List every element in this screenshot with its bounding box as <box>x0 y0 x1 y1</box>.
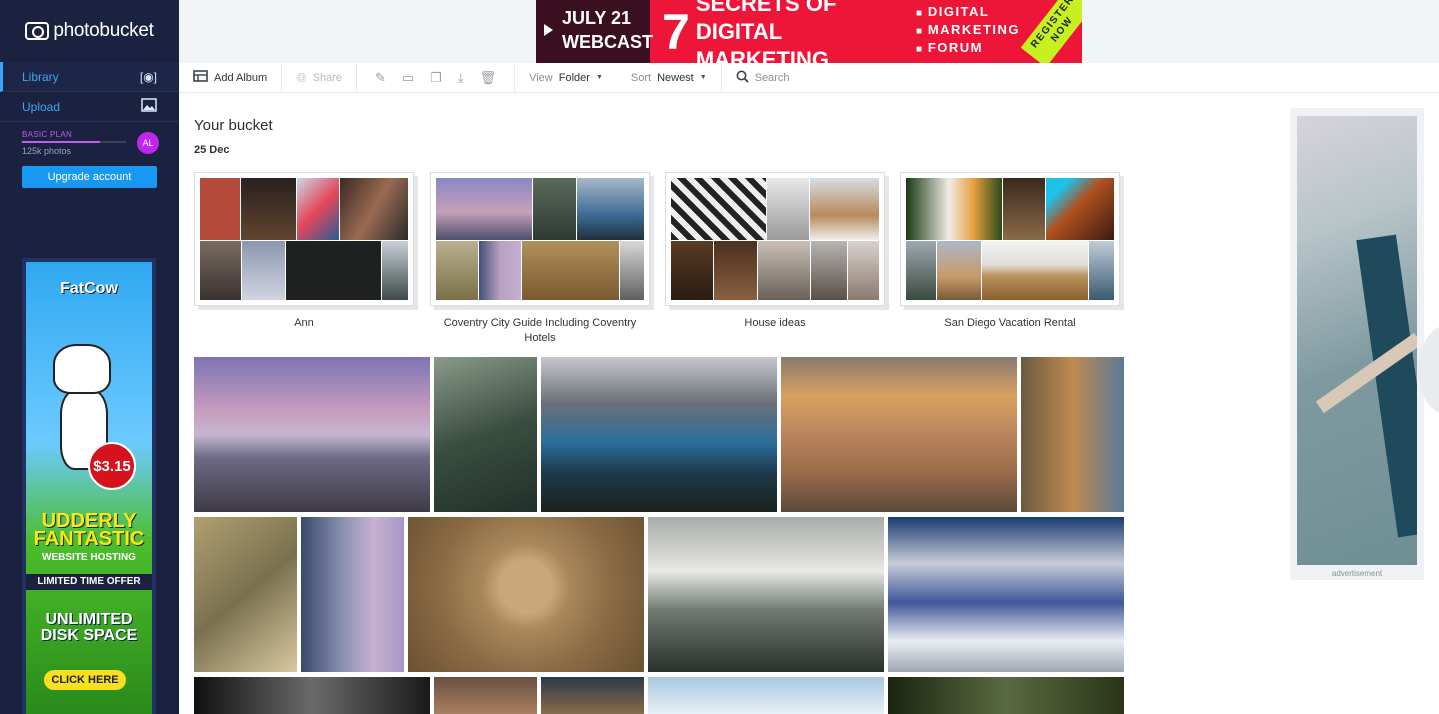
edit-actions: ✎ ▭ ❐ ⤓ 🗑︎ <box>357 63 516 92</box>
photo-thumbnail[interactable] <box>194 517 297 672</box>
library-icon: [◉] <box>139 69 157 84</box>
photo-thumbnail[interactable] <box>434 357 537 512</box>
album-card[interactable]: San Diego Vacation Rental <box>900 172 1124 331</box>
image-upload-icon <box>141 98 157 115</box>
banner-title-line1: SECRETS OF DIGITAL <box>695 0 837 44</box>
share-button[interactable]: 🌐︎ Share <box>282 63 357 92</box>
album-card[interactable]: House ideas <box>665 172 889 331</box>
banner-title-line2: MARKETING <box>695 46 830 64</box>
album-thumbnails <box>671 178 879 300</box>
ad-offer: LIMITED TIME OFFER <box>26 574 152 590</box>
photo-thumbnail[interactable] <box>888 517 1124 672</box>
ad-click-here-button[interactable]: CLICK HERE <box>44 670 126 690</box>
photo-thumbnail[interactable] <box>888 677 1124 714</box>
album-name: Coventry City Guide Including Coventry H… <box>443 317 637 344</box>
plan-usage-bar <box>22 141 126 143</box>
view-label: View <box>529 71 553 84</box>
sidebar-item-library[interactable]: Library [◉] <box>0 62 179 92</box>
add-album-button[interactable]: Add Album <box>179 63 283 92</box>
plan-panel: BASIC PLAN 125k photos AL <box>0 122 179 158</box>
album-card[interactable]: Ann <box>194 172 418 331</box>
plan-count: 125k photos <box>22 146 72 156</box>
search-icon <box>736 70 749 86</box>
photobucket-logo[interactable]: photobucket <box>0 0 179 62</box>
banner-forum: DIGITAL MARKETING FORUM REGISTER NOW <box>902 0 1082 63</box>
delete-icon[interactable]: 🗑︎ <box>480 70 497 86</box>
photo-thumbnail[interactable] <box>648 517 884 672</box>
photo-thumbnail[interactable] <box>434 677 537 714</box>
advertisement-label: advertisement <box>1331 569 1383 578</box>
ad-unlimited-2: DISK SPACE <box>40 627 138 644</box>
side-advertisement[interactable]: advertisement <box>1290 108 1424 580</box>
add-album-label: Add Album <box>214 71 268 84</box>
album-name: San Diego Vacation Rental <box>944 317 1076 329</box>
photo-thumbnail[interactable] <box>781 357 1017 512</box>
move-to-folder-icon[interactable]: ▭ <box>402 70 414 86</box>
photo-thumbnail[interactable] <box>194 357 430 512</box>
photo-thumbnail[interactable] <box>194 677 430 714</box>
photo-thumbnail[interactable] <box>408 517 644 672</box>
advertisement-image <box>1297 116 1417 565</box>
photo-thumbnail[interactable] <box>648 677 884 714</box>
album-name: Ann <box>294 317 314 329</box>
section-date: 25 Dec <box>194 144 230 156</box>
globe-icon: 🌐︎ <box>296 69 307 85</box>
banner-date: JULY 21 WEBCAST <box>536 0 653 63</box>
photo-thumbnail[interactable] <box>301 517 404 672</box>
sort-dropdown[interactable]: Sort Newest ▼ <box>617 63 722 92</box>
ad-headline-3: WEBSITE HOSTING <box>42 552 136 563</box>
webcast-banner-ad[interactable]: JULY 21 WEBCAST 7 SECRETS OF DIGITAL MAR… <box>536 0 1082 63</box>
plan-name: BASIC PLAN <box>22 130 73 139</box>
ad-unlimited-1: UNLIMITED <box>45 611 133 628</box>
toolbar: Add Album 🌐︎ Share ✎ ▭ ❐ ⤓ 🗑︎ View Folde… <box>179 63 1439 93</box>
chevron-down-icon: ▼ <box>595 74 603 81</box>
banner-date-line1: JULY 21 <box>562 8 632 28</box>
sidebar-item-upload[interactable]: Upload <box>0 92 179 122</box>
avatar[interactable]: AL <box>137 132 159 154</box>
album-thumbnails <box>906 178 1114 300</box>
search-box[interactable]: Search <box>722 63 804 92</box>
banner-number: 7 <box>662 3 690 60</box>
ad-unlimited: UNLIMITED DISK SPACE <box>26 612 152 644</box>
sort-value: Newest <box>657 71 694 84</box>
page-title: Your bucket <box>194 117 273 134</box>
camera-icon <box>25 22 50 40</box>
edit-icon[interactable]: ✎ <box>375 70 386 86</box>
sort-label: Sort <box>630 71 652 84</box>
brand-name: photobucket <box>53 20 154 41</box>
download-icon[interactable]: ⤓ <box>458 70 464 86</box>
ad-headline-2: FANTASTIC <box>33 528 145 550</box>
copy-icon[interactable]: ❐ <box>430 70 442 86</box>
photo-thumbnail[interactable] <box>541 677 644 714</box>
ad-headline: UDDERLY FANTASTIC <box>26 511 152 550</box>
album-thumbnails <box>436 178 644 300</box>
search-input[interactable]: Search <box>755 72 790 84</box>
album-thumbnails <box>200 178 408 300</box>
fatcow-ad[interactable]: FatCow $3.15 UDDERLY FANTASTIC WEBSITE H… <box>22 258 156 714</box>
plan-usage-fill <box>22 141 100 143</box>
sidebar: photobucket Library [◉] Upload BASIC PLA… <box>0 0 179 714</box>
add-album-icon <box>193 70 208 85</box>
chevron-down-icon: ▼ <box>699 74 707 81</box>
upgrade-account-button[interactable]: Upgrade account <box>22 166 157 188</box>
view-dropdown[interactable]: View Folder ▼ <box>515 63 617 92</box>
photo-thumbnail[interactable] <box>1021 357 1124 512</box>
play-icon <box>544 24 553 36</box>
share-label: Share <box>312 71 342 84</box>
album-name: House ideas <box>744 317 806 329</box>
album-card[interactable]: Coventry City Guide Including Coventry H… <box>430 172 654 346</box>
ad-brand: FatCow <box>60 280 118 297</box>
ad-price-badge: $3.15 <box>88 442 136 490</box>
sidebar-item-label: Upload <box>22 99 61 114</box>
banner-date-line2: WEBCAST <box>562 32 653 52</box>
view-value: Folder <box>558 71 590 84</box>
banner-title: 7 SECRETS OF DIGITAL MARKETING <box>650 0 902 63</box>
sidebar-item-label: Library <box>22 69 59 84</box>
photo-thumbnail[interactable] <box>541 357 777 512</box>
